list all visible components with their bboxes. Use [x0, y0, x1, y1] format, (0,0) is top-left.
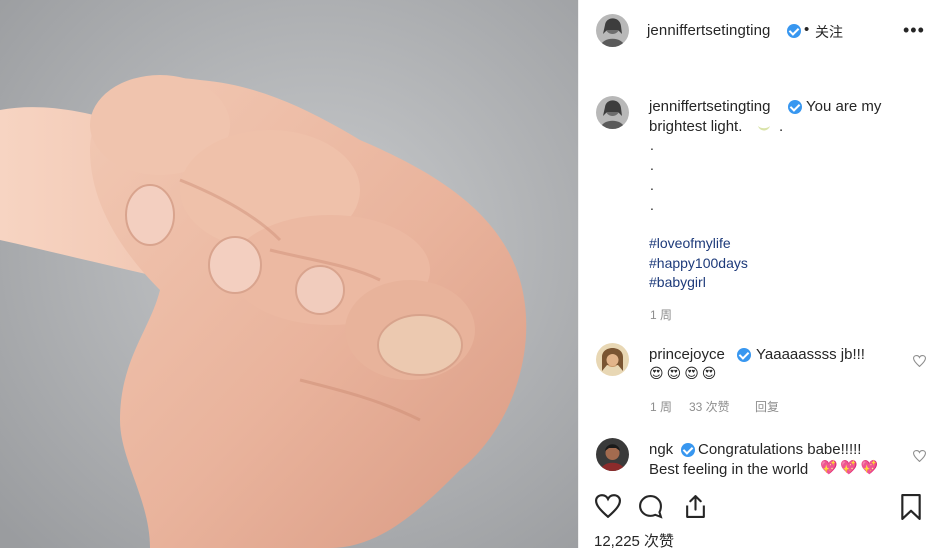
comment-age: 1 周 — [650, 400, 673, 414]
verified-badge-icon — [787, 24, 801, 38]
baby-hand-photo — [0, 0, 578, 548]
hashtag-link[interactable]: #loveofmylife — [649, 235, 731, 251]
caption-dot: . — [650, 157, 654, 173]
hashtag-link[interactable]: #happy100days — [649, 255, 748, 271]
comment-emojis: 😍😍😍😍 — [649, 365, 720, 381]
comment-like-icon[interactable] — [912, 354, 927, 368]
moon-emoji-icon — [757, 120, 771, 131]
comment-like-icon[interactable] — [912, 449, 927, 463]
bookmark-icon[interactable] — [900, 494, 922, 525]
comment-reply-button[interactable]: 回复 — [755, 398, 779, 415]
verified-badge-icon — [681, 443, 695, 457]
caption-dot: . — [650, 177, 654, 193]
caption-avatar[interactable] — [596, 96, 629, 129]
comment-username[interactable]: princejoyce — [649, 345, 725, 364]
verified-badge-icon — [788, 100, 802, 114]
caption-line2-tail: . — [779, 118, 784, 135]
caption-dot: . — [650, 137, 654, 153]
caption-username[interactable]: jenniffertsetingting — [649, 97, 770, 116]
comment-icon[interactable] — [638, 494, 663, 524]
comment-text-line2: Best feeling in the world — [649, 461, 809, 478]
comment-avatar[interactable] — [596, 343, 629, 376]
comment-avatar[interactable] — [596, 438, 629, 471]
follow-button[interactable]: 关注 — [815, 22, 843, 42]
heart-icon[interactable] — [594, 494, 622, 523]
comment-username[interactable]: ngk — [649, 440, 673, 459]
comment-emojis: 💖💖💖 — [820, 459, 882, 475]
post-photo[interactable] — [0, 0, 578, 548]
header-username[interactable]: jenniffertsetingting — [647, 22, 770, 39]
separator: • — [804, 21, 810, 38]
header-avatar[interactable] — [596, 14, 629, 47]
more-options-icon[interactable]: ••• — [903, 21, 925, 39]
likes-count[interactable]: 12,225 次赞 — [594, 530, 674, 548]
caption-timestamp: 1 周 — [650, 308, 673, 322]
caption-line1: You are my — [806, 98, 882, 115]
comment-text: Yaaaaassss jb!!! — [756, 346, 865, 363]
hashtag-link[interactable]: #babygirl — [649, 274, 706, 290]
comment-likes-count[interactable]: 33 次赞 — [689, 398, 730, 415]
verified-badge-icon — [737, 348, 751, 362]
share-icon[interactable] — [683, 494, 708, 524]
comment-text: Congratulations babe!!!!! — [698, 441, 862, 458]
caption-dot: . — [650, 197, 654, 213]
caption-line2: brightest light. — [649, 118, 743, 135]
